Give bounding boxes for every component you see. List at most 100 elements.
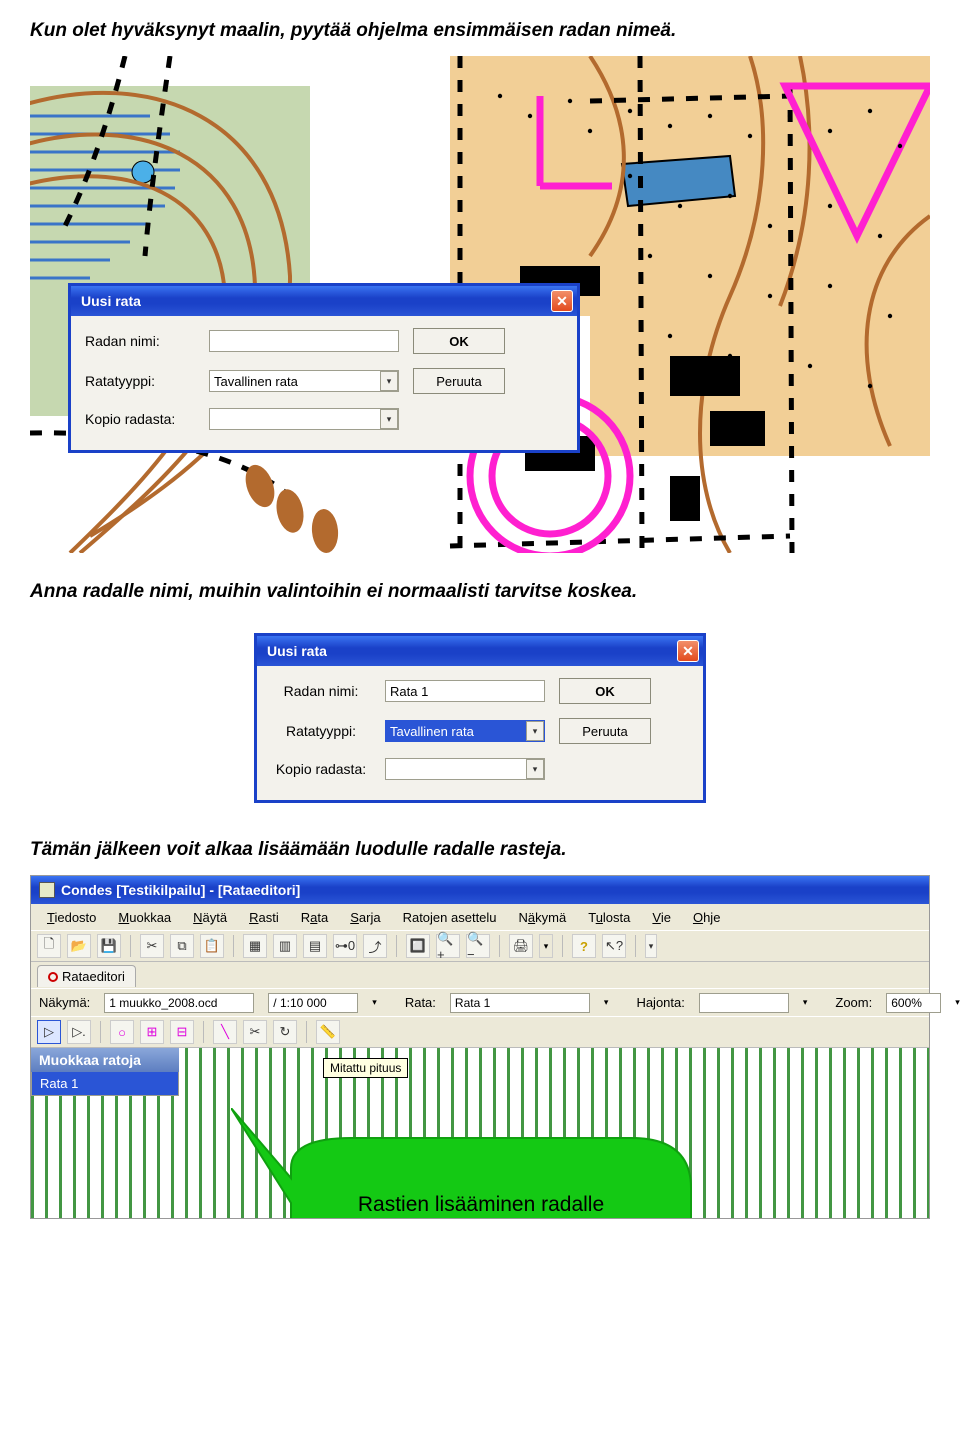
rotate-tool-icon[interactable]: ↻ bbox=[273, 1020, 297, 1044]
ok-button[interactable]: OK bbox=[413, 328, 505, 354]
menu-tulosta[interactable]: Tulosta bbox=[578, 907, 640, 928]
measure-tool-icon[interactable]: 📏 bbox=[316, 1020, 340, 1044]
label-copy-from: Kopio radasta: bbox=[271, 761, 371, 777]
menu-sarja[interactable]: Sarja bbox=[340, 907, 390, 928]
condes-app-window: Condes [Testikilpailu] - [Rataeditori] T… bbox=[30, 875, 930, 1219]
control-icon[interactable]: ⊶0 bbox=[333, 934, 357, 958]
menu-bar: Tiedosto Muokkaa Näytä Rasti Rata Sarja … bbox=[31, 904, 929, 930]
chevron-down-icon[interactable]: ▾ bbox=[372, 997, 377, 1008]
menu-nakyma[interactable]: Näkymä bbox=[509, 907, 577, 928]
chevron-down-icon[interactable]: ▾ bbox=[539, 934, 553, 958]
copy-from-combo[interactable]: ▾ bbox=[209, 408, 399, 430]
course-name-input[interactable] bbox=[209, 330, 399, 352]
chevron-down-icon[interactable]: ▾ bbox=[803, 997, 808, 1008]
save-icon[interactable]: 💾 bbox=[97, 934, 121, 958]
app-icon bbox=[39, 882, 55, 898]
course-list-item[interactable]: Rata 1 bbox=[32, 1072, 178, 1095]
menu-nayta[interactable]: Näytä bbox=[183, 907, 237, 928]
new-course-dialog-2: Uusi rata ✕ Radan nimi: OK Ratatyyppi: ▾… bbox=[254, 633, 706, 803]
copy-icon[interactable]: ⧉ bbox=[170, 934, 194, 958]
courses-panel: Muokkaa ratoja Rata 1 bbox=[31, 1048, 179, 1096]
hajonta-field[interactable] bbox=[699, 993, 789, 1013]
export-icon[interactable]: ⤴ bbox=[363, 934, 387, 958]
copy-from-value[interactable] bbox=[385, 758, 545, 780]
zoom-label: Zoom: bbox=[835, 995, 872, 1010]
chevron-down-icon[interactable]: ▾ bbox=[526, 721, 544, 741]
menu-rasti[interactable]: Rasti bbox=[239, 907, 289, 928]
grid1-icon[interactable]: ▦ bbox=[243, 934, 267, 958]
line-tool-icon[interactable]: ╲ bbox=[213, 1020, 237, 1044]
zoom-out-icon[interactable]: 🔍− bbox=[466, 934, 490, 958]
help-icon[interactable]: ? bbox=[572, 934, 596, 958]
dialog-titlebar: Uusi rata ✕ bbox=[71, 286, 577, 316]
select-area-tool-icon[interactable]: ▷. bbox=[67, 1020, 91, 1044]
course-type-value[interactable] bbox=[209, 370, 399, 392]
map-canvas[interactable]: Muokkaa ratoja Rata 1 Mitattu pituus Ras… bbox=[31, 1048, 929, 1218]
menu-tiedosto[interactable]: Tiedosto bbox=[37, 907, 106, 928]
label-course-type: Ratatyyppi: bbox=[85, 373, 195, 389]
course-icon bbox=[48, 972, 58, 982]
callout-bubble: Rastien lisääminen radalle bbox=[231, 1108, 731, 1218]
map-screenshot: Uusi rata ✕ Radan nimi: OK Ratatyyppi: ▾… bbox=[30, 56, 930, 553]
panel-title: Muokkaa ratoja bbox=[31, 1048, 179, 1072]
instruction-text-3: Tämän jälkeen voit alkaa lisäämään luodu… bbox=[30, 839, 930, 861]
menu-rata[interactable]: Rata bbox=[291, 907, 338, 928]
view-field[interactable] bbox=[104, 993, 254, 1013]
zoom-in-icon[interactable]: 🔍+ bbox=[436, 934, 460, 958]
new-course-dialog-1: Uusi rata ✕ Radan nimi: OK Ratatyyppi: ▾… bbox=[68, 283, 580, 453]
menu-ohje[interactable]: Ohje bbox=[683, 907, 730, 928]
chevron-down-icon[interactable]: ▾ bbox=[604, 997, 609, 1008]
chevron-down-icon[interactable]: ▾ bbox=[380, 409, 398, 429]
menu-muokkaa[interactable]: Muokkaa bbox=[108, 907, 181, 928]
dialog-title: Uusi rata bbox=[267, 643, 327, 659]
add-start-tool-icon[interactable]: ⊞ bbox=[140, 1020, 164, 1044]
add-finish-tool-icon[interactable]: ⊟ bbox=[170, 1020, 194, 1044]
instruction-text-1: Kun olet hyväksynyt maalin, pyytää ohjel… bbox=[30, 20, 930, 42]
course-type-value[interactable] bbox=[385, 720, 545, 742]
label-course-name: Radan nimi: bbox=[271, 683, 371, 699]
tab-label: Rataeditori bbox=[62, 969, 125, 984]
cut-icon[interactable]: ✂ bbox=[140, 934, 164, 958]
chevron-down-icon[interactable]: ▾ bbox=[526, 759, 544, 779]
course-type-combo[interactable]: ▾ bbox=[385, 720, 545, 742]
paste-icon[interactable]: 📋 bbox=[200, 934, 224, 958]
cancel-button[interactable]: Peruuta bbox=[559, 718, 651, 744]
new-icon[interactable]: 🗋 bbox=[37, 934, 61, 958]
close-button[interactable]: ✕ bbox=[677, 640, 699, 662]
copy-from-value[interactable] bbox=[209, 408, 399, 430]
grid3-icon[interactable]: ▤ bbox=[303, 934, 327, 958]
print-icon[interactable]: 🖨 bbox=[509, 934, 533, 958]
ok-button[interactable]: OK bbox=[559, 678, 651, 704]
rata-label: Rata: bbox=[405, 995, 436, 1010]
zoom-field[interactable] bbox=[886, 993, 941, 1013]
tools-toolbar: ▷ ▷. ○ ⊞ ⊟ ╲ ✂ ↻ 📏 bbox=[31, 1016, 929, 1048]
open-icon[interactable]: 📂 bbox=[67, 934, 91, 958]
close-icon: ✕ bbox=[556, 293, 568, 310]
cancel-button[interactable]: Peruuta bbox=[413, 368, 505, 394]
menu-vie[interactable]: Vie bbox=[642, 907, 681, 928]
overflow-icon[interactable]: ▾ bbox=[645, 934, 657, 958]
cut-line-tool-icon[interactable]: ✂ bbox=[243, 1020, 267, 1044]
chevron-down-icon[interactable]: ▾ bbox=[955, 997, 960, 1008]
menu-asettelu[interactable]: Ratojen asettelu bbox=[393, 907, 507, 928]
course-type-combo[interactable]: ▾ bbox=[209, 370, 399, 392]
zoom-extent-icon[interactable]: 🔲 bbox=[406, 934, 430, 958]
standard-toolbar: 🗋 📂 💾 ✂ ⧉ 📋 ▦ ▥ ▤ ⊶0 ⤴ 🔲 🔍+ 🔍− 🖨 ▾ ? ↖? … bbox=[31, 930, 929, 962]
label-course-type: Ratatyyppi: bbox=[271, 723, 371, 739]
grid2-icon[interactable]: ▥ bbox=[273, 934, 297, 958]
course-name-input[interactable] bbox=[385, 680, 545, 702]
context-toolbar: Näkymä: ▾ Rata: ▾ Hajonta: ▾ Zoom: ▾ bbox=[31, 988, 929, 1016]
tab-rataeditori[interactable]: Rataeditori bbox=[37, 965, 136, 987]
scale-field[interactable] bbox=[268, 993, 358, 1013]
view-label: Näkymä: bbox=[39, 995, 90, 1010]
add-control-tool-icon[interactable]: ○ bbox=[110, 1020, 134, 1044]
copy-from-combo[interactable]: ▾ bbox=[385, 758, 545, 780]
app-titlebar: Condes [Testikilpailu] - [Rataeditori] bbox=[31, 876, 929, 904]
close-icon: ✕ bbox=[682, 643, 694, 660]
whatsthis-icon[interactable]: ↖? bbox=[602, 934, 626, 958]
select-tool-icon[interactable]: ▷ bbox=[37, 1020, 61, 1044]
close-button[interactable]: ✕ bbox=[551, 290, 573, 312]
instruction-text-2: Anna radalle nimi, muihin valintoihin ei… bbox=[30, 581, 930, 603]
chevron-down-icon[interactable]: ▾ bbox=[380, 371, 398, 391]
rata-field[interactable] bbox=[450, 993, 590, 1013]
